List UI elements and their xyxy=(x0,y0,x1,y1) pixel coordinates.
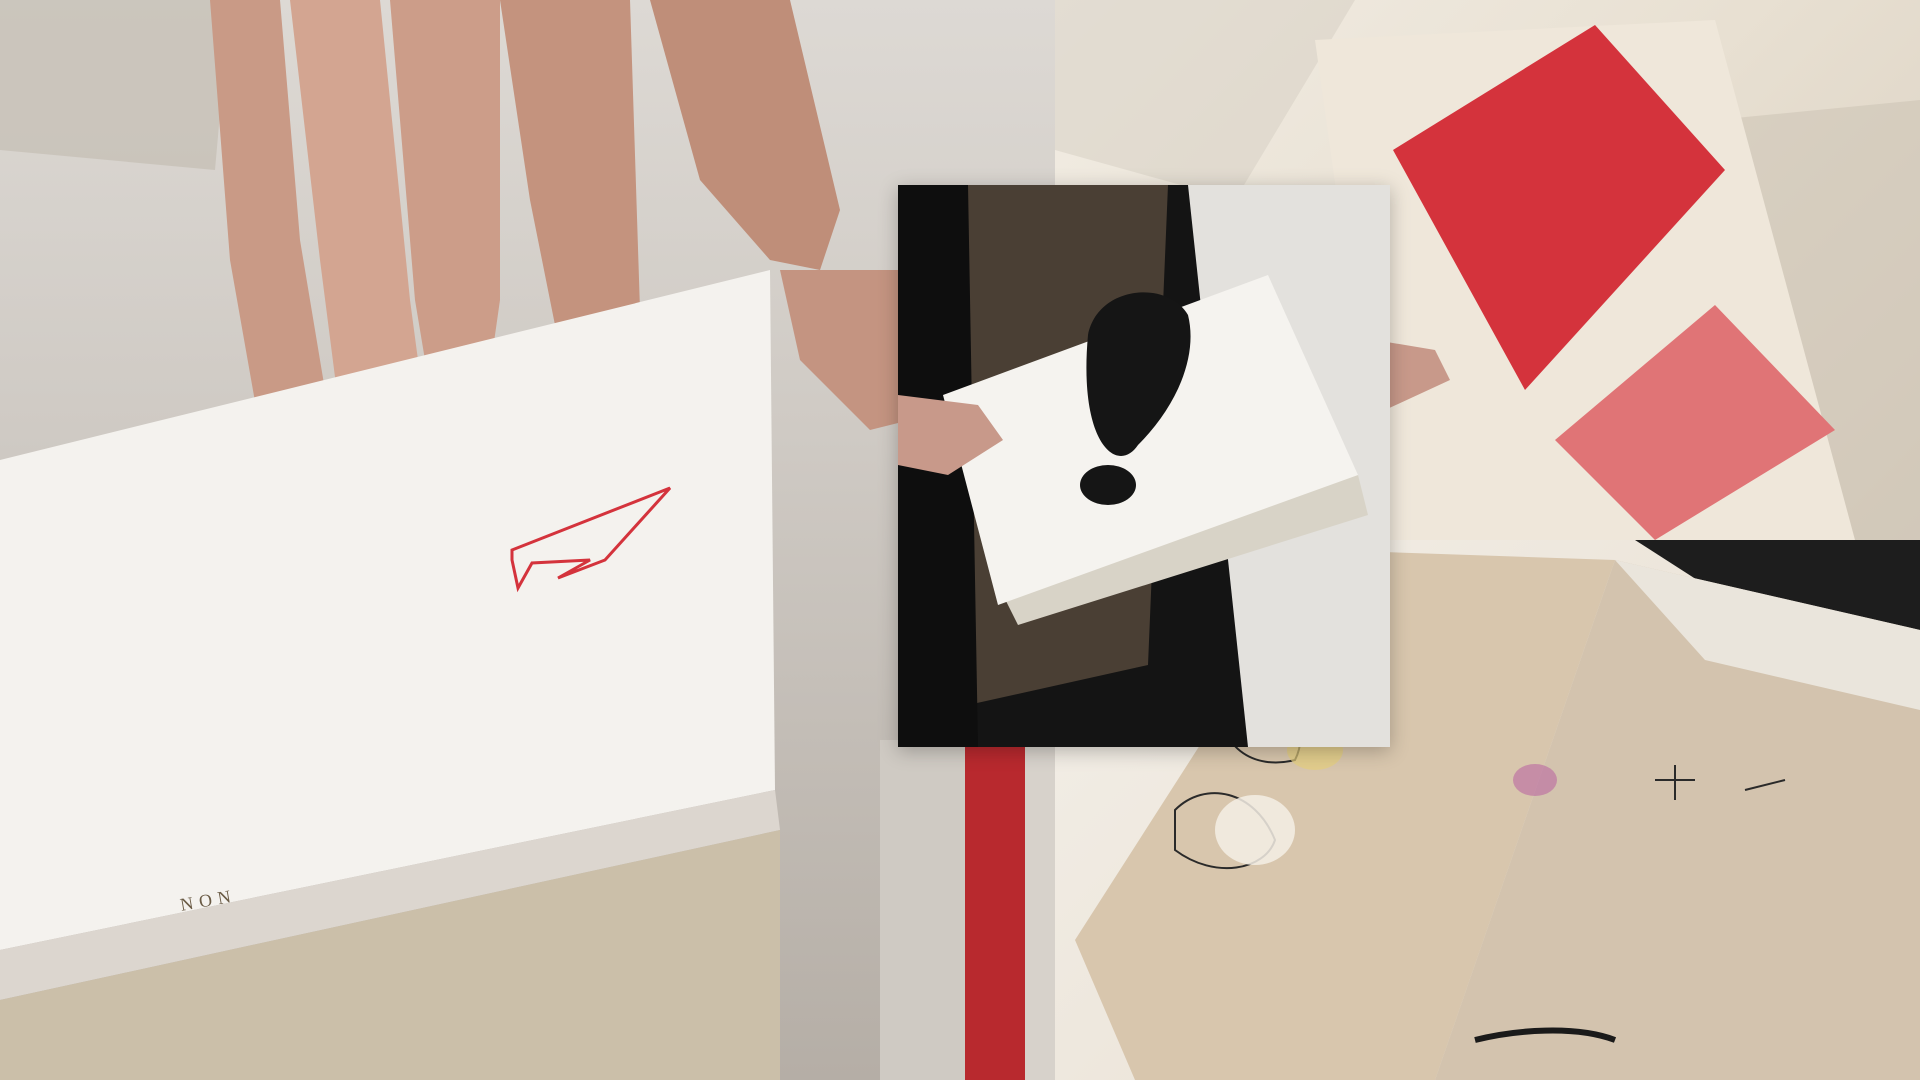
black-white-book-photo xyxy=(898,185,1390,747)
hands-card-photo: NON xyxy=(0,0,1055,1080)
